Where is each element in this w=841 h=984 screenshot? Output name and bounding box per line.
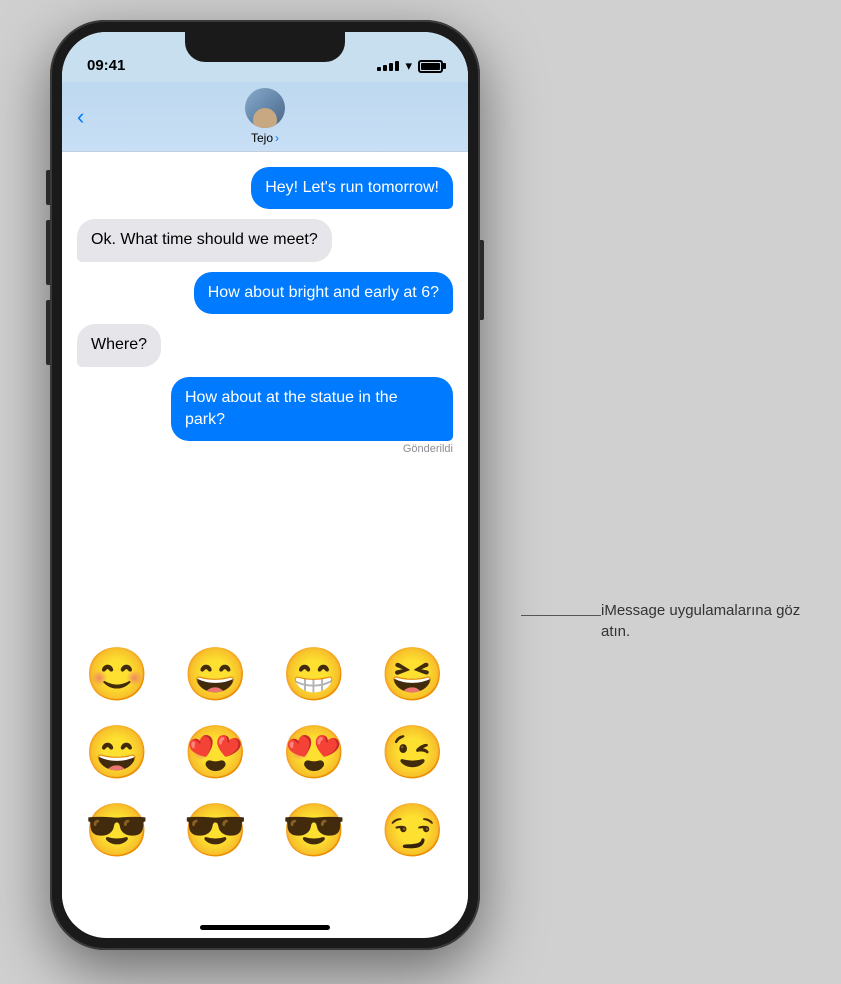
volume-down-button[interactable] [46, 300, 50, 365]
emoji-5[interactable]: 😄 [72, 717, 163, 787]
battery-icon [418, 60, 443, 73]
delivered-label: Gönderildi [403, 443, 453, 455]
emoji-panel: 😊 😄 😁 😆 😄 😍 😍 😉 😎 😎 😎 😏 [62, 629, 468, 924]
message-row-3: How about bright and early at 6? [77, 272, 453, 314]
emoji-2[interactable]: 😄 [171, 639, 262, 709]
home-indicator [200, 925, 330, 930]
signal-bar-1 [377, 67, 381, 71]
message-row-5: How about at the statue in the park? Gön… [77, 377, 453, 456]
callout-text: iMessage uygulamalarına göz atın. [601, 600, 801, 642]
emoji-6[interactable]: 😍 [171, 717, 262, 787]
avatar [245, 88, 285, 128]
contact-info[interactable]: Tejo › [245, 88, 285, 145]
callout: iMessage uygulamalarına göz atın. [601, 600, 801, 642]
signal-bars [377, 61, 399, 71]
chevron-left-icon: ‹ [77, 104, 84, 130]
signal-bar-4 [395, 61, 399, 71]
emoji-12[interactable]: 😏 [368, 795, 459, 865]
scene: 09:41 ▾ ‹ [0, 0, 841, 984]
avatar-image [245, 88, 285, 128]
battery-fill [421, 63, 440, 70]
emoji-8[interactable]: 😉 [368, 717, 459, 787]
message-row-1: Hey! Let's run tomorrow! [77, 167, 453, 209]
sent-bubble-1: Hey! Let's run tomorrow! [251, 167, 453, 209]
callout-line [521, 615, 601, 616]
emoji-3[interactable]: 😁 [269, 639, 360, 709]
received-bubble-1: Ok. What time should we meet? [77, 219, 332, 261]
received-bubble-2: Where? [77, 324, 161, 366]
contact-name: Tejo › [251, 131, 279, 145]
power-button[interactable] [480, 240, 484, 320]
emoji-10[interactable]: 😎 [171, 795, 262, 865]
contact-chevron-icon: › [275, 131, 279, 145]
emoji-4[interactable]: 😆 [368, 639, 459, 709]
message-row-4: Where? [77, 324, 453, 366]
sent-bubble-3: How about at the statue in the park? [171, 377, 453, 442]
emoji-1[interactable]: 😊 [72, 639, 163, 709]
wifi-icon: ▾ [405, 58, 412, 74]
notch [185, 32, 345, 62]
avatar-person [253, 108, 277, 128]
emoji-7[interactable]: 😍 [269, 717, 360, 787]
back-button[interactable]: ‹ [77, 104, 84, 130]
emoji-11[interactable]: 😎 [269, 795, 360, 865]
message-row-2: Ok. What time should we meet? [77, 219, 453, 261]
screen: 09:41 ▾ ‹ [62, 32, 468, 938]
sent-bubble-2: How about bright and early at 6? [194, 272, 453, 314]
iphone-frame: 09:41 ▾ ‹ [50, 20, 480, 950]
signal-bar-3 [389, 63, 393, 71]
signal-bar-2 [383, 65, 387, 71]
status-icons: ▾ [377, 58, 443, 74]
message-header: ‹ Tejo › [62, 82, 468, 152]
emoji-9[interactable]: 😎 [72, 795, 163, 865]
volume-up-button[interactable] [46, 220, 50, 285]
